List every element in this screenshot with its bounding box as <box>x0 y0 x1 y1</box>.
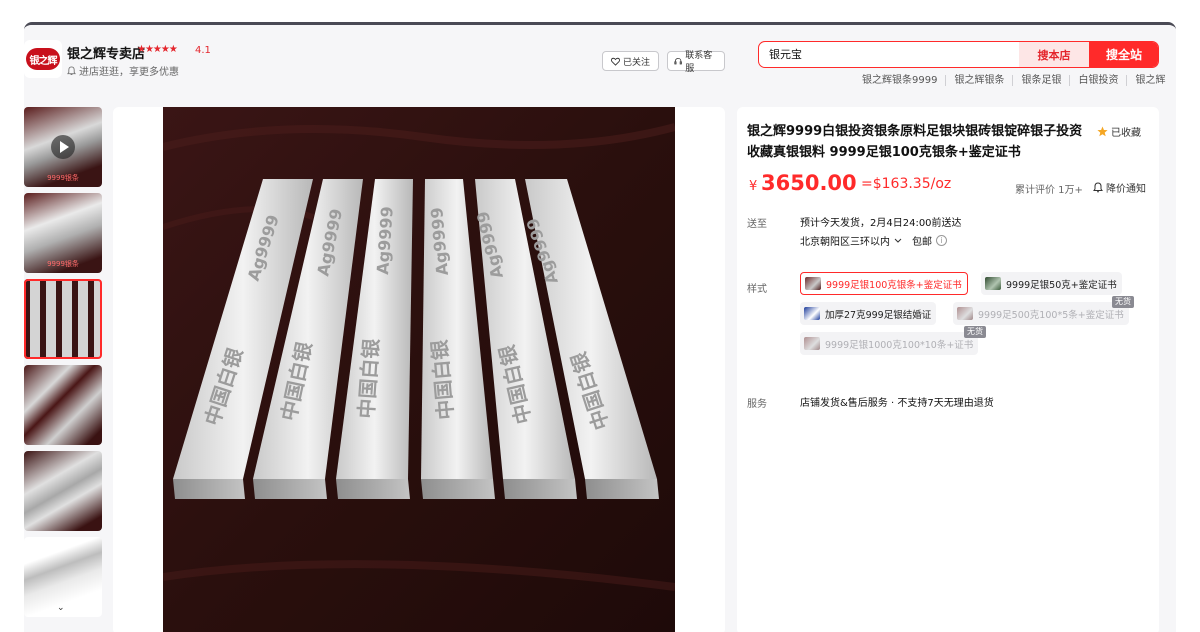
option-thumbnail <box>957 307 973 320</box>
silver-bars-illustration: Ag9999 Ag9999 Ag9999 Ag9999 Ag9999 Ag999… <box>163 107 675 632</box>
star-icon <box>1097 126 1108 137</box>
option-label: 9999足银50克+鉴定证书 <box>1006 279 1117 291</box>
main-image-panel: Ag9999 Ag9999 Ag9999 Ag9999 Ag9999 Ag999… <box>113 107 725 632</box>
option-label: 9999足银1000克100*10条+证书 <box>825 339 974 351</box>
bell-icon <box>67 65 76 75</box>
option-thumbnail <box>985 277 1001 290</box>
play-icon[interactable] <box>51 135 75 159</box>
favorite-button[interactable]: 已收藏 <box>1097 124 1141 139</box>
price-usd: =$163.35/oz <box>861 176 952 192</box>
hot-term[interactable]: 银条足银 <box>1012 75 1069 86</box>
location-selector[interactable]: 北京朝阳区三环以内 <box>800 233 890 248</box>
shipping-label: 送至 <box>747 219 767 230</box>
style-option[interactable]: 加厚27克999足银结婚证 <box>800 302 937 325</box>
heart-icon <box>611 57 620 66</box>
headset-icon <box>674 57 682 64</box>
option-thumbnail <box>804 337 820 350</box>
style-option-disabled[interactable]: 9999足银1000克100*10条+证书 <box>800 332 979 355</box>
follow-label: 已关注 <box>622 57 650 68</box>
shop-logo[interactable]: 银之辉 <box>24 40 62 78</box>
sold-out-badge: 无货 <box>1112 296 1134 308</box>
sold-out-badge: 无货 <box>964 326 986 338</box>
product-price: 3650.00 <box>761 171 857 195</box>
option-label: 加厚27克999足银结婚证 <box>825 309 932 321</box>
customer-service-button[interactable]: 联系客服 <box>667 51 725 74</box>
price-drop-notify-button[interactable]: 降价通知 <box>1093 180 1146 195</box>
page-frame: 银之辉 银之辉专卖店 ★★★★★ 4.1 进店逛逛，享更多优惠 已关注 联系客服… <box>24 22 1176 632</box>
hot-term[interactable]: 银之辉银条9999 <box>854 75 945 86</box>
thumbnail-caption: 9999银条 <box>47 174 79 182</box>
thumbnail-list: 9999银条 9999银条 <box>24 107 102 623</box>
product-info-panel: 银之辉9999白银投资银条原料足银块银砖银锭碎银子投资收藏真银银料 9999足银… <box>737 107 1159 632</box>
notify-label: 降价通知 <box>1106 184 1146 195</box>
service-info: 店铺发货&售后服务 · 不支持7天无理由退货 <box>800 398 994 409</box>
search-bar: 银元宝 搜本店 搜全站 <box>758 41 1159 68</box>
style-option-selected[interactable]: 9999足银100克银条+鉴定证书 <box>800 272 968 295</box>
main-product-image[interactable]: Ag9999 Ag9999 Ag9999 Ag9999 Ag9999 Ag999… <box>163 107 675 632</box>
shop-header: 银之辉 银之辉专卖店 ★★★★★ 4.1 进店逛逛，享更多优惠 已关注 联系客服… <box>24 25 1176 103</box>
chevron-down-icon[interactable] <box>894 238 902 244</box>
thumbnail-caption: 9999银条 <box>47 260 79 268</box>
search-all-button[interactable]: 搜全站 <box>1089 42 1158 67</box>
thumbnail-image[interactable] <box>24 365 102 445</box>
service-label: 服务 <box>747 399 767 410</box>
chevron-down-icon[interactable]: ⌄ <box>57 603 65 613</box>
price-currency: ¥ <box>749 179 758 194</box>
style-option-disabled[interactable]: 9999足500克100*5条+鉴定证书 <box>953 302 1129 325</box>
hot-term[interactable]: 银之辉 <box>1126 75 1173 86</box>
search-input[interactable]: 银元宝 <box>769 42 802 67</box>
shop-logo-text: 银之辉 <box>26 48 60 70</box>
style-label: 样式 <box>747 284 767 295</box>
thumbnail-image[interactable] <box>24 451 102 531</box>
search-shop-button[interactable]: 搜本店 <box>1019 42 1089 67</box>
favorite-label: 已收藏 <box>1111 128 1141 139</box>
shipping-estimate: 预计今天发货，2月4日24:00前送达 <box>800 218 962 229</box>
review-count[interactable]: 累计评价 1万+ <box>1015 181 1083 196</box>
hot-term[interactable]: 白银投资 <box>1069 75 1126 86</box>
option-thumbnail <box>804 307 820 320</box>
option-thumbnail <box>805 277 821 290</box>
info-icon[interactable]: i <box>936 235 947 246</box>
style-option[interactable]: 9999足银50克+鉴定证书 <box>981 272 1122 295</box>
bell-icon <box>1093 182 1103 193</box>
thumbnail-image-active[interactable] <box>24 279 102 359</box>
shop-visit-link[interactable]: 进店逛逛，享更多优惠 <box>67 63 179 78</box>
product-title: 银之辉9999白银投资银条原料足银块银砖银锭碎银子投资收藏真银银料 9999足银… <box>747 124 1083 160</box>
hot-term[interactable]: 银之辉银条 <box>945 75 1012 86</box>
option-label: 9999足银100克银条+鉴定证书 <box>826 279 962 291</box>
option-label: 9999足500克100*5条+鉴定证书 <box>978 309 1124 321</box>
thumbnail-image[interactable]: 9999银条 <box>24 193 102 273</box>
hot-search-terms: 银之辉银条9999 银之辉银条 银条足银 白银投资 银之辉 <box>854 75 1173 86</box>
customer-service-label: 联系客服 <box>685 51 713 74</box>
shop-visit-text: 进店逛逛，享更多优惠 <box>79 67 179 78</box>
follow-button[interactable]: 已关注 <box>602 51 659 71</box>
free-shipping-text: 包邮 <box>912 237 932 248</box>
shop-name[interactable]: 银之辉专卖店 <box>67 43 145 62</box>
shop-rating-stars: ★★★★★ <box>137 44 178 55</box>
shipping-location: 北京朝阳区三环以内 包邮 i <box>800 233 947 248</box>
thumbnail-video[interactable]: 9999银条 <box>24 107 102 187</box>
shop-rating-value: 4.1 <box>195 45 211 56</box>
